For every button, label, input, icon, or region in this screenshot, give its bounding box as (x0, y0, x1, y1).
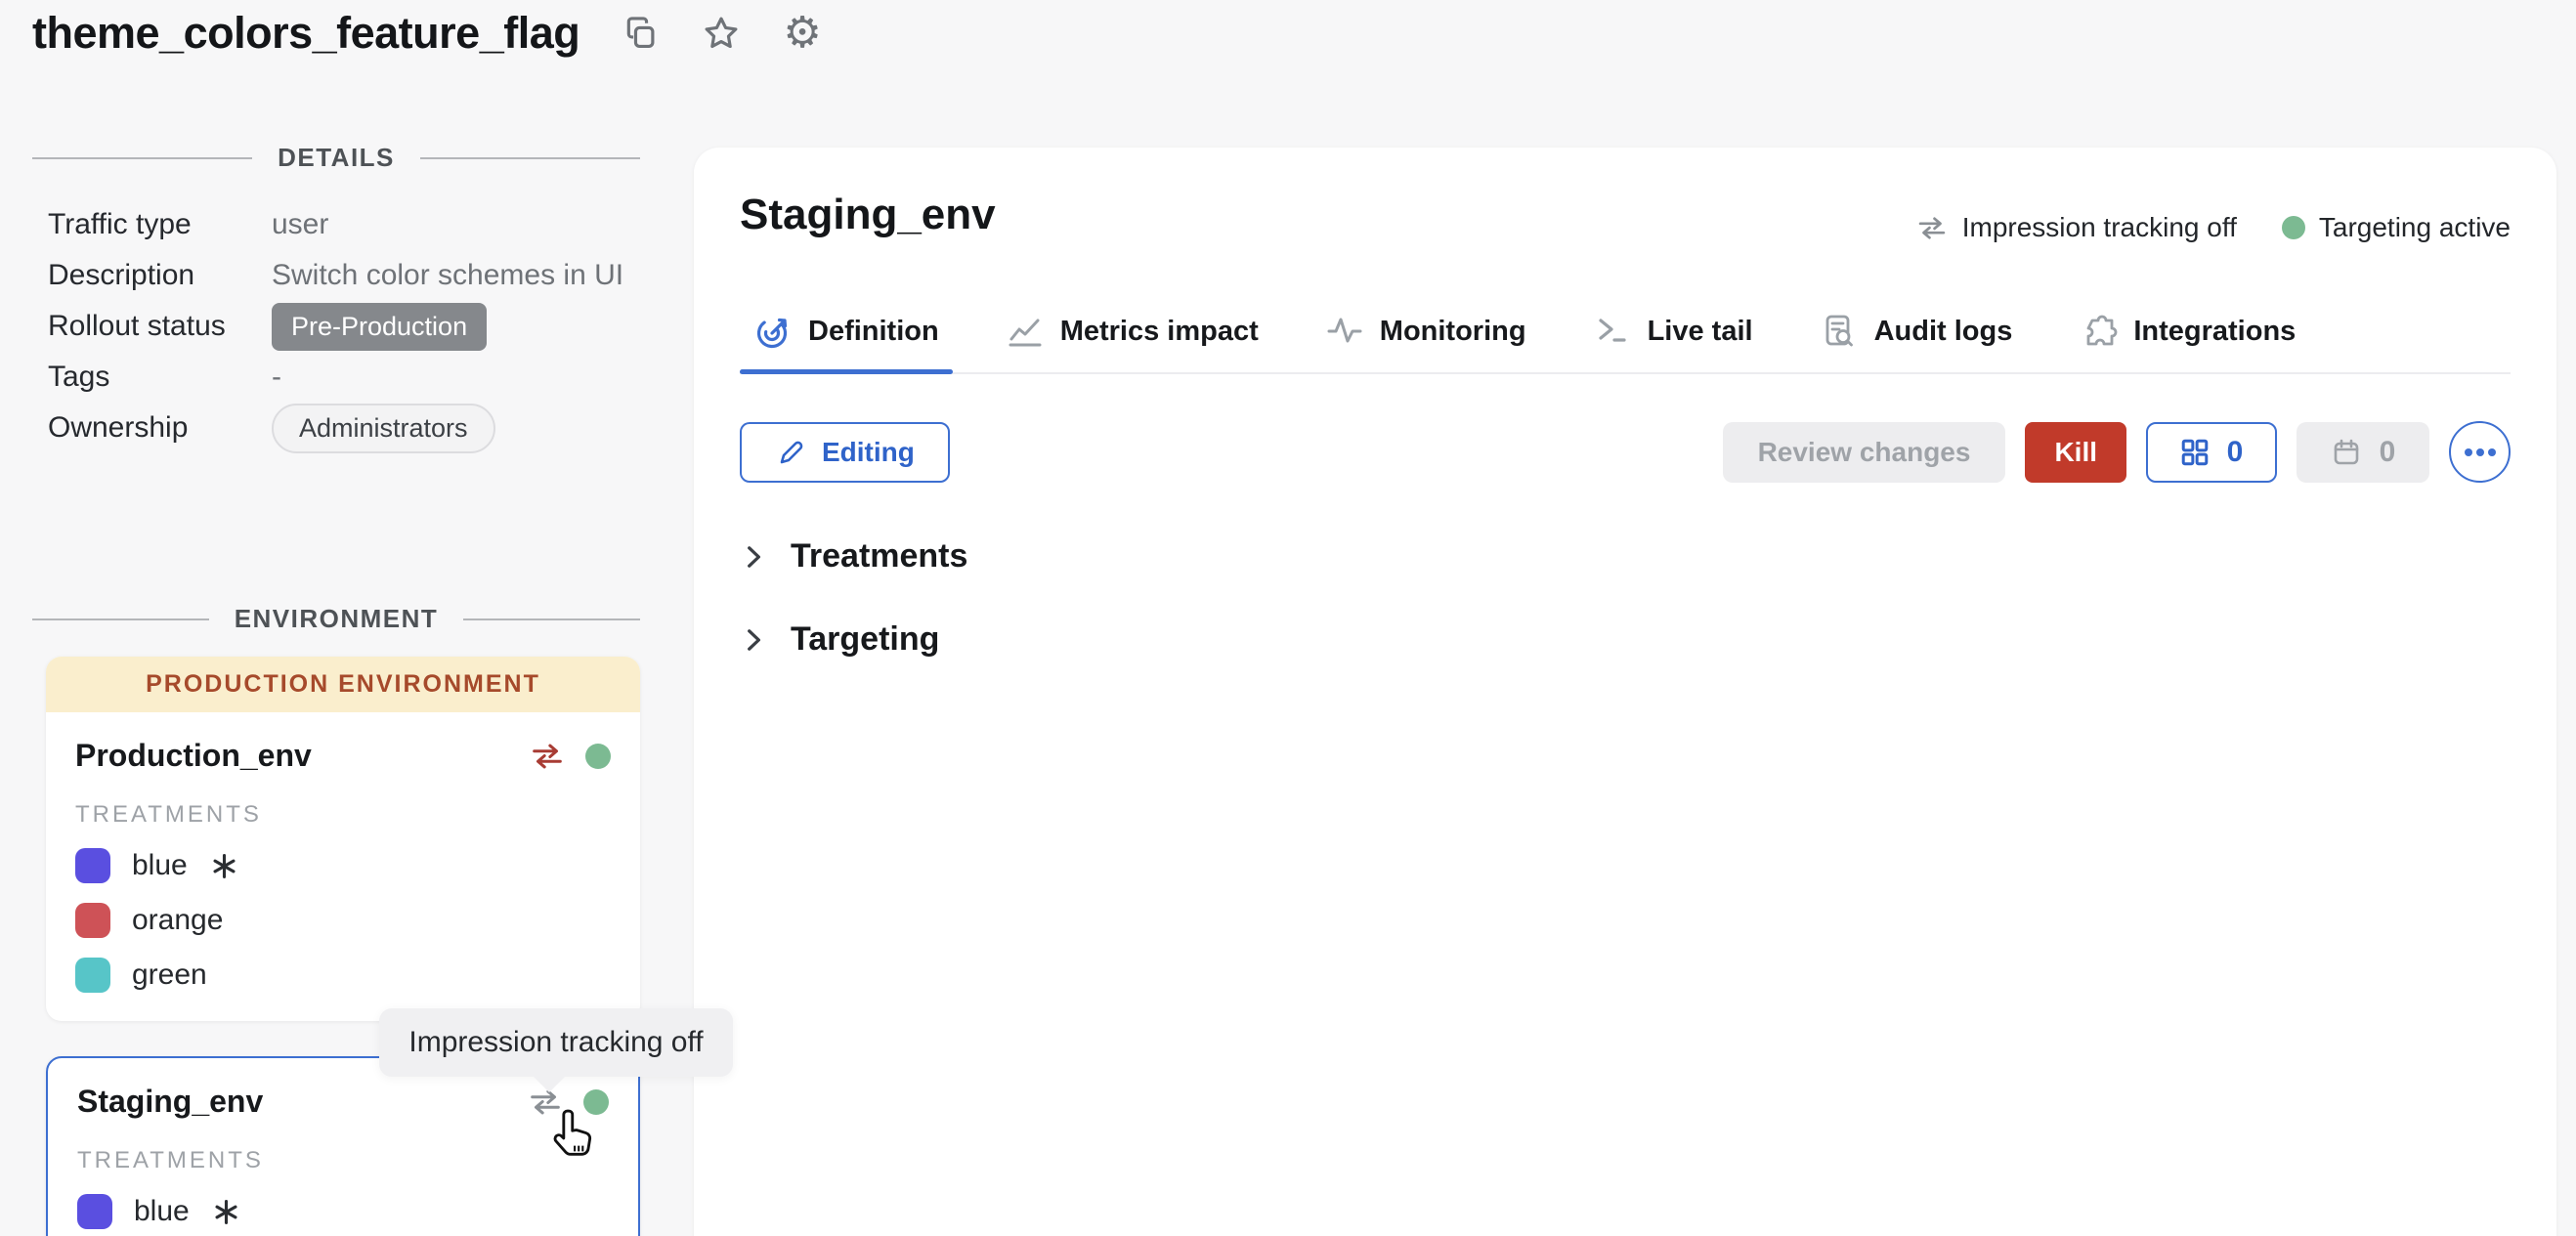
details-list: Traffic type user Description Switch col… (48, 199, 640, 453)
treatment-row: green (75, 958, 611, 993)
hand-pointer-cursor (549, 1108, 598, 1161)
treatment-color-swatch (75, 903, 110, 938)
treatment-name: blue (134, 1195, 190, 1228)
tab-definition[interactable]: Definition (740, 312, 953, 372)
details-section-header: DETAILS (32, 143, 640, 173)
production-env-name: Production_env (75, 738, 312, 774)
tags-label: Tags (48, 361, 272, 394)
description-label: Description (48, 259, 272, 292)
targeting-active-dot (585, 744, 611, 769)
environment-title: Staging_env (740, 191, 996, 239)
kill-label: Kill (2054, 437, 2097, 468)
impression-tracking-status: Impression tracking off (1915, 212, 2237, 243)
production-environment-banner: PRODUCTION ENVIRONMENT (46, 657, 640, 712)
treatments-section-toggle[interactable]: Treatments (740, 537, 2511, 575)
detail-row-tags: Tags - (48, 352, 640, 403)
tab-label: Live tail (1648, 316, 1753, 348)
rollout-status-badge: Pre-Production (272, 303, 487, 351)
terminal-icon (1593, 312, 1632, 351)
tab-label: Audit logs (1874, 316, 2013, 348)
staging-env-name: Staging_env (77, 1084, 263, 1120)
impression-tracking-off-icon (1915, 216, 1949, 240)
treatment-color-swatch (75, 958, 110, 993)
treatment-row: blue (77, 1194, 609, 1229)
targeting-section-label: Targeting (791, 620, 939, 659)
chevron-right-icon (740, 543, 767, 571)
calendar-icon (2331, 437, 2362, 468)
targeting-section-toggle[interactable]: Targeting (740, 620, 2511, 659)
definition-target-icon (753, 312, 793, 351)
pulse-icon (1325, 312, 1364, 351)
treatment-color-swatch (75, 848, 110, 883)
tab-integrations[interactable]: Integrations (2065, 312, 2309, 372)
metrics-chart-icon (1006, 312, 1045, 351)
gear-icon[interactable]: ⚙ (783, 14, 821, 53)
impression-tracking-status-text: Impression tracking off (1962, 212, 2237, 243)
copy-icon[interactable] (623, 15, 660, 52)
environment-section-header: ENVIRONMENT (32, 604, 640, 634)
treatment-color-swatch (77, 1194, 112, 1229)
treatment-name: green (132, 959, 207, 992)
ownership-pill[interactable]: Administrators (272, 404, 495, 453)
scheduled-changes-button[interactable]: 0 (2297, 422, 2429, 483)
traffic-type-value: user (272, 208, 328, 241)
tab-label: Monitoring (1380, 316, 1526, 348)
kill-button[interactable]: Kill (2025, 422, 2126, 483)
tab-audit-logs[interactable]: Audit logs (1806, 312, 2027, 372)
traffic-type-label: Traffic type (48, 208, 272, 241)
detail-row-description: Description Switch color schemes in UI (48, 250, 640, 301)
audit-log-icon (1820, 312, 1859, 351)
more-options-button[interactable] (2449, 421, 2511, 483)
treatments-label: TREATMENTS (77, 1147, 609, 1174)
treatments-label: TREATMENTS (75, 801, 611, 829)
toolbar: Editing Review changes Kill 0 (740, 421, 2511, 483)
editing-label: Editing (822, 437, 915, 468)
proposed-changes-button[interactable]: 0 (2146, 422, 2277, 483)
editing-button[interactable]: Editing (740, 422, 950, 483)
production-env-card[interactable]: PRODUCTION ENVIRONMENT Production_env TR… (46, 657, 640, 1021)
description-value: Switch color schemes in UI (272, 259, 623, 292)
detail-row-traffic-type: Traffic type user (48, 199, 640, 250)
chevron-right-icon (740, 626, 767, 654)
proposed-changes-count: 0 (2227, 436, 2244, 469)
impression-tracking-tooltip: Impression tracking off (379, 1008, 733, 1077)
scheduled-changes-count: 0 (2380, 436, 2396, 469)
tab-label: Integrations (2133, 316, 2296, 348)
environment-heading: ENVIRONMENT (235, 604, 439, 634)
detail-row-ownership: Ownership Administrators (48, 403, 640, 453)
tab-live-tail[interactable]: Live tail (1579, 312, 1767, 372)
details-heading: DETAILS (278, 143, 395, 173)
tab-monitoring[interactable]: Monitoring (1311, 312, 1540, 372)
treatment-name: orange (132, 904, 223, 937)
tab-label: Metrics impact (1060, 316, 1259, 348)
targeting-status-text: Targeting active (2319, 212, 2511, 243)
targeting-status: Targeting active (2282, 212, 2511, 243)
tab-label: Definition (808, 316, 939, 348)
grid-icon (2180, 438, 2210, 467)
treatment-row: orange (75, 903, 611, 938)
star-icon[interactable] (703, 15, 740, 52)
default-treatment-asterisk-icon (213, 1199, 239, 1225)
page-title: theme_colors_feature_flag (32, 8, 580, 59)
tags-value: - (272, 361, 281, 394)
rollout-status-label: Rollout status (48, 310, 272, 343)
tab-bar: Definition Metrics impact Monitoring (740, 312, 2511, 374)
impression-tracking-off-icon[interactable] (529, 743, 566, 770)
pencil-icon (775, 437, 806, 468)
tab-metrics-impact[interactable]: Metrics impact (992, 312, 1272, 372)
treatment-row: blue (75, 848, 611, 883)
ellipsis-icon (2464, 448, 2497, 457)
detail-row-rollout-status: Rollout status Pre-Production (48, 301, 640, 352)
ownership-label: Ownership (48, 411, 272, 445)
review-changes-label: Review changes (1758, 437, 1971, 468)
puzzle-icon (2079, 312, 2118, 351)
review-changes-button[interactable]: Review changes (1723, 422, 2006, 483)
default-treatment-asterisk-icon (211, 853, 237, 879)
environment-detail-panel: Staging_env Impression tracking off Targ… (694, 148, 2556, 1236)
treatments-section-label: Treatments (791, 537, 967, 575)
treatment-name: blue (132, 849, 188, 882)
top-bar: theme_colors_feature_flag ⚙ (32, 8, 822, 59)
targeting-active-dot (2282, 216, 2305, 239)
